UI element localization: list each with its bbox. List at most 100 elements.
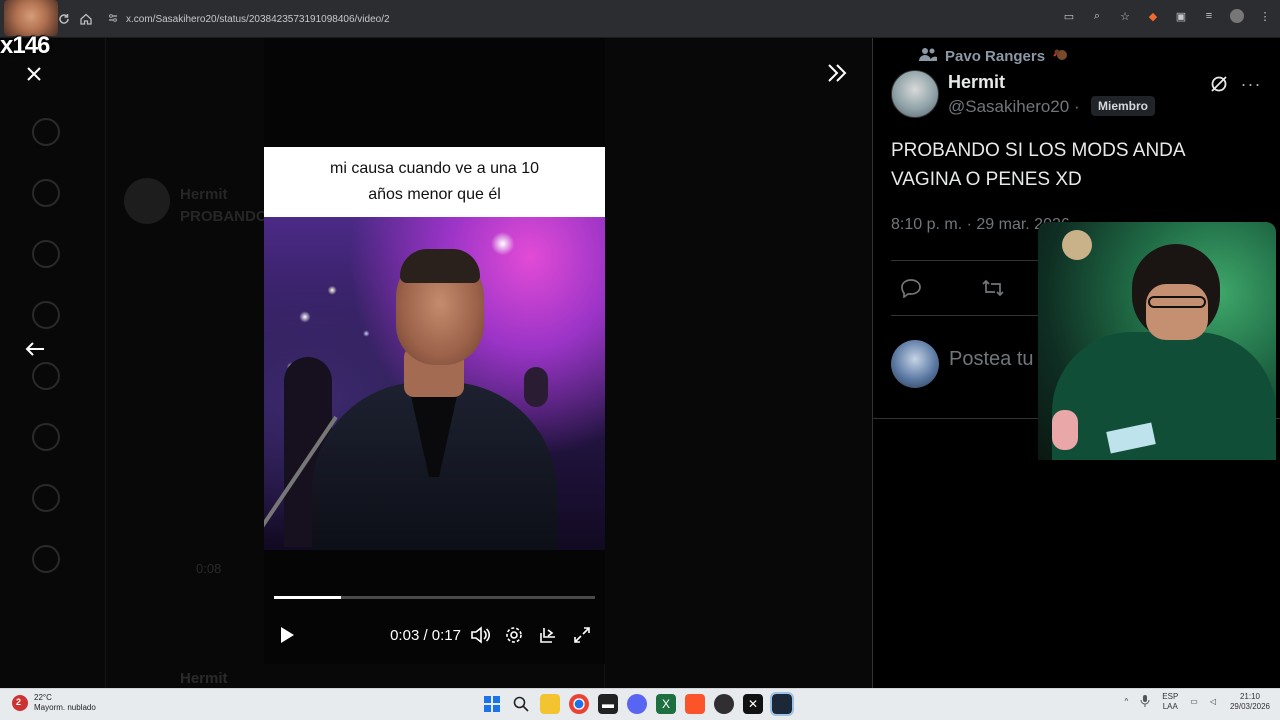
language-top: ESP bbox=[1162, 692, 1179, 701]
weather-temp: 22°C bbox=[34, 693, 52, 702]
chrome-icon[interactable] bbox=[569, 694, 589, 714]
tray-chevron-up-icon[interactable]: ^ bbox=[1125, 697, 1129, 707]
windows-start-icon[interactable] bbox=[482, 694, 502, 714]
bg-snippet: PROBANDO bbox=[180, 208, 268, 225]
author-handle[interactable]: @Sasakihero20 · bbox=[948, 97, 1080, 117]
weather-text: 22°C Mayorm. nublado bbox=[34, 693, 96, 713]
clock[interactable]: 21:10 29/03/2026 bbox=[1228, 692, 1272, 712]
tweet-text: PROBANDO SI LOS MODS ANDA VAGINA O PENES… bbox=[891, 140, 1185, 190]
weather-icon: 2 bbox=[12, 695, 28, 711]
double-chevron-right-icon[interactable] bbox=[824, 60, 850, 86]
webcam-glasses bbox=[1148, 296, 1206, 308]
speaker-icon[interactable]: ◁ bbox=[1210, 697, 1216, 707]
bg-grok-icon bbox=[32, 362, 60, 390]
file-explorer-icon[interactable] bbox=[540, 694, 560, 714]
play-icon[interactable] bbox=[274, 622, 300, 648]
raised-hand bbox=[524, 367, 548, 407]
language-indicator[interactable]: ESP LAA bbox=[1162, 692, 1178, 712]
steam-icon[interactable] bbox=[770, 692, 794, 716]
extensions-icon[interactable]: ▣ bbox=[1174, 9, 1188, 23]
zoom-icon[interactable]: ⌕ bbox=[1090, 9, 1104, 23]
fullscreen-icon[interactable] bbox=[569, 622, 595, 648]
cast-icon[interactable]: ▭ bbox=[1062, 9, 1076, 23]
toolbar-icons: ▭ ⌕ ☆ ◆ ▣ ≡ ⋮ bbox=[1062, 9, 1272, 23]
bg-author: Hermit bbox=[180, 186, 228, 203]
search-icon[interactable] bbox=[511, 694, 531, 714]
webcam-person-body bbox=[1052, 332, 1276, 460]
bg-more-icon bbox=[32, 545, 60, 573]
terminal-icon[interactable]: ▬ bbox=[598, 694, 618, 714]
clock-date: 29/03/2026 bbox=[1229, 702, 1271, 711]
bg-profile-icon bbox=[32, 484, 60, 512]
url-text: x.com/Sasakihero20/status/20384235731910… bbox=[126, 13, 390, 25]
site-info-icon[interactable] bbox=[108, 13, 118, 26]
address-bar[interactable]: x.com/Sasakihero20/status/20384235731910… bbox=[100, 7, 1060, 31]
weather-widget[interactable]: 2 22°C Mayorm. nublado bbox=[12, 693, 96, 713]
webcam-pig-sticker bbox=[1052, 410, 1078, 450]
home-icon[interactable] bbox=[76, 9, 96, 29]
video-control-group bbox=[467, 622, 595, 648]
webcam-person-face bbox=[1146, 284, 1208, 340]
webcam-overlay bbox=[1038, 222, 1276, 460]
bg-notifications-icon bbox=[32, 240, 60, 268]
language-bottom: LAA bbox=[1162, 702, 1178, 711]
media-icon[interactable]: ≡ bbox=[1202, 9, 1216, 23]
community-name: Pavo Rangers bbox=[945, 47, 1046, 65]
clock-time: 21:10 bbox=[1239, 692, 1261, 701]
man-hair bbox=[400, 249, 480, 283]
background-sidebar bbox=[20, 118, 74, 606]
repost-icon[interactable] bbox=[981, 276, 1005, 300]
video-time: 0:03 / 0:17 bbox=[390, 626, 461, 644]
video-controls: 0:03 / 0:17 bbox=[274, 620, 595, 650]
background-tweet-text: Hermit PROBANDO bbox=[180, 184, 268, 228]
viewer-avatar[interactable] bbox=[891, 340, 939, 388]
bg-home-icon bbox=[32, 118, 60, 146]
excel-icon[interactable]: X bbox=[656, 694, 676, 714]
page: x.com/Sasakihero20/status/20384235731910… bbox=[0, 0, 1280, 720]
turkey-emoji-icon bbox=[1053, 46, 1069, 66]
close-icon[interactable] bbox=[22, 62, 46, 86]
webcam-microphone bbox=[1062, 230, 1092, 260]
bg-lists-icon bbox=[32, 423, 60, 451]
weather-desc: Mayorm. nublado bbox=[34, 703, 96, 712]
windows-taskbar: 2 22°C Mayorm. nublado ▬ X ✕ ^ ESP LAA ▭… bbox=[0, 688, 1280, 720]
weather-badge: 2 bbox=[16, 697, 22, 707]
video-caption-box: mi causa cuando ve a una 10 años menor q… bbox=[264, 147, 605, 217]
settings-gear-icon[interactable] bbox=[501, 622, 527, 648]
bg-time: 0:08 bbox=[196, 561, 222, 576]
video-progress-bar[interactable] bbox=[274, 596, 595, 599]
bg-bottom-author: Hermit bbox=[180, 670, 228, 687]
video-frame[interactable] bbox=[264, 217, 605, 550]
video-caption: mi causa cuando ve a una 10 años menor q… bbox=[329, 160, 540, 203]
brave-icon[interactable] bbox=[685, 694, 705, 714]
arrow-left-icon[interactable] bbox=[22, 337, 48, 361]
bg-search-icon bbox=[32, 179, 60, 207]
member-badge: Miembro bbox=[1091, 96, 1156, 116]
people-icon bbox=[919, 46, 937, 66]
reply-icon[interactable] bbox=[899, 276, 923, 300]
menu-icon[interactable]: ⋮ bbox=[1258, 9, 1272, 23]
bookmark-star-icon[interactable]: ☆ bbox=[1118, 9, 1132, 23]
author-avatar[interactable] bbox=[891, 70, 939, 118]
volume-icon[interactable] bbox=[467, 622, 493, 648]
stream-overlay-badge: x146 bbox=[0, 0, 62, 60]
author-name[interactable]: Hermit bbox=[948, 72, 1005, 93]
bg-messages-icon bbox=[32, 301, 60, 329]
obs-icon[interactable] bbox=[714, 694, 734, 714]
video-progress-fill bbox=[274, 596, 342, 599]
more-options-icon[interactable]: ··· bbox=[1239, 72, 1263, 96]
profile-avatar[interactable] bbox=[1230, 9, 1244, 23]
browser-toolbar: x.com/Sasakihero20/status/20384235731910… bbox=[0, 0, 1280, 38]
tray-mic-icon[interactable] bbox=[1140, 694, 1150, 710]
brave-shield-icon[interactable]: ◆ bbox=[1146, 9, 1160, 23]
discord-icon[interactable] bbox=[627, 694, 647, 714]
grok-icon[interactable] bbox=[1207, 72, 1231, 96]
stream-counter: x146 bbox=[0, 32, 50, 59]
taskbar-apps: ▬ X ✕ bbox=[482, 692, 794, 716]
community-label[interactable]: Pavo Rangers bbox=[919, 46, 1069, 66]
background-avatar bbox=[124, 178, 170, 224]
network-icon[interactable]: ▭ bbox=[1190, 697, 1198, 707]
streamer-face-image bbox=[4, 0, 58, 36]
picture-in-picture-icon[interactable] bbox=[535, 622, 561, 648]
capcut-icon[interactable]: ✕ bbox=[743, 694, 763, 714]
